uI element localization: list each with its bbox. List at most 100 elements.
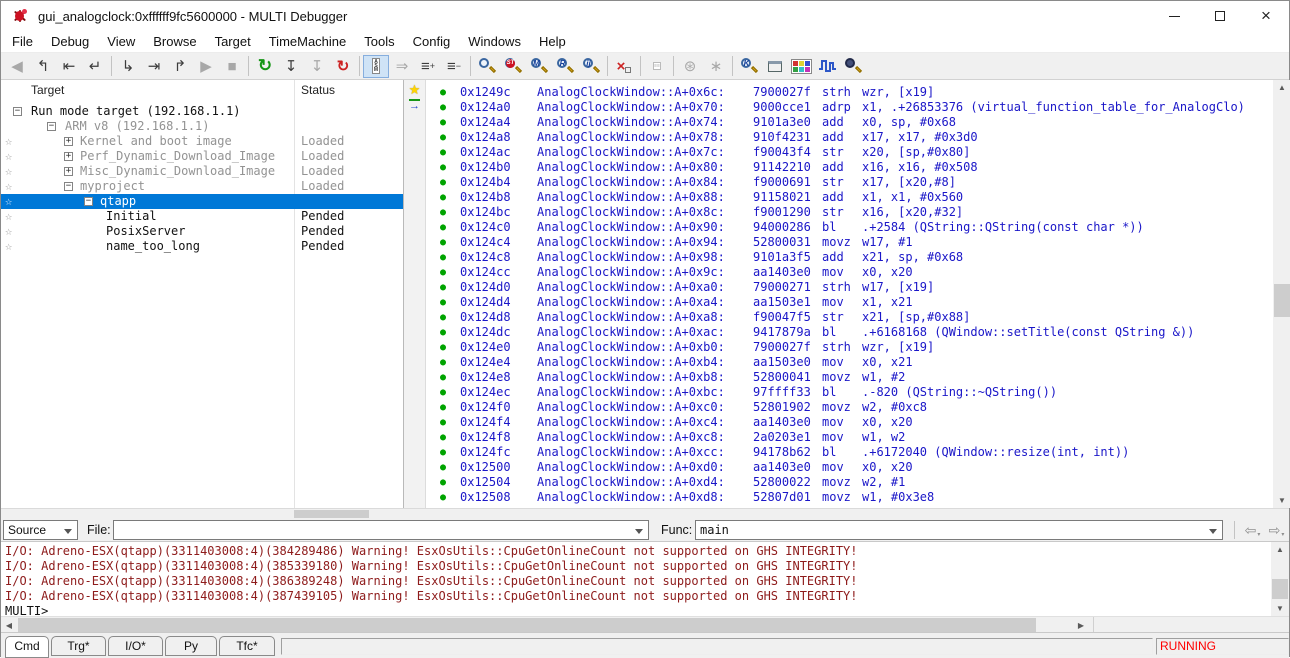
breakpoint-dot-icon[interactable] — [426, 130, 460, 145]
bookmark-star-icon[interactable] — [5, 179, 21, 194]
disasm-row[interactable]: 0x124b4 AnalogClockWindow::A+0x84: f9000… — [426, 175, 1273, 190]
breakpoint-dot-icon[interactable] — [426, 85, 460, 100]
scroll-up-icon[interactable]: ▲ — [1273, 80, 1290, 95]
menu-browse[interactable]: Browse — [144, 32, 205, 51]
step-back-into-icon[interactable]: ↵ — [82, 55, 108, 78]
tree-row-myproject[interactable]: myproject Loaded — [1, 179, 403, 194]
source-mode-select[interactable]: Source — [3, 520, 78, 540]
file-combobox[interactable] — [113, 520, 649, 540]
tab-io[interactable]: I/O* — [108, 636, 163, 656]
disasm-row[interactable]: 0x124e8 AnalogClockWindow::A+0xb8: 52800… — [426, 370, 1273, 385]
tree-row-initial[interactable]: Initial Pended — [1, 209, 403, 224]
menu-config[interactable]: Config — [404, 32, 460, 51]
breakpoint-dot-icon[interactable] — [426, 190, 460, 205]
go-resume-icon[interactable]: ↻ — [252, 55, 278, 78]
breakpoint-dot-icon[interactable] — [426, 145, 460, 160]
editor-icon[interactable]: ≡≡ — [644, 55, 670, 78]
go-back-icon[interactable]: ◀ — [4, 55, 30, 78]
tab-cmd[interactable]: Cmd — [5, 636, 49, 658]
disasm-row[interactable]: 0x124dc AnalogClockWindow::A+0xac: 94178… — [426, 325, 1273, 340]
tree-row-name-too-long[interactable]: name_too_long Pended — [1, 239, 403, 254]
function-combobox[interactable]: main — [695, 520, 1223, 540]
tree-expander-icon[interactable] — [64, 167, 73, 176]
bookmark-star-icon[interactable] — [5, 134, 21, 149]
collapse-blocks-icon[interactable]: ≡− — [441, 55, 467, 78]
disasm-row[interactable]: 0x124a0 AnalogClockWindow::A+0x70: 9000c… — [426, 100, 1273, 115]
maximize-button[interactable] — [1197, 1, 1243, 31]
disasm-row[interactable]: 0x124d0 AnalogClockWindow::A+0xa0: 79000… — [426, 280, 1273, 295]
expand-blocks-icon[interactable]: ≡+ — [415, 55, 441, 78]
tree-row-run-mode-target[interactable]: Run mode target (192.168.1.1) — [1, 104, 403, 119]
download-icon[interactable]: ↧ — [278, 55, 304, 78]
disasm-row[interactable]: 0x124a4 AnalogClockWindow::A+0x74: 9101a… — [426, 115, 1273, 130]
tree-row-posixserver[interactable]: PosixServer Pended — [1, 224, 403, 239]
disasm-row[interactable]: 0x124c4 AnalogClockWindow::A+0x94: 52800… — [426, 235, 1273, 250]
event-analyzer-icon[interactable] — [814, 55, 840, 78]
return-icon[interactable]: ↱ — [167, 55, 193, 78]
scroll-left-icon[interactable]: ◀ — [1, 617, 17, 633]
go-forward-icon[interactable]: ▶ — [193, 55, 219, 78]
breakpoint-dot-icon[interactable] — [426, 430, 460, 445]
disasm-row[interactable]: 0x124f8 AnalogClockWindow::A+0xc8: 2a020… — [426, 430, 1273, 445]
halt-icon[interactable]: ■ — [219, 55, 245, 78]
view-registers-window-icon[interactable]: R — [552, 55, 578, 78]
tree-expander-icon[interactable] — [84, 197, 93, 206]
step-back-icon[interactable]: ⇤ — [56, 55, 82, 78]
tab-trg[interactable]: Trg* — [51, 636, 106, 656]
disasm-row[interactable]: 0x124b8 AnalogClockWindow::A+0x88: 91158… — [426, 190, 1273, 205]
view-stops-window-icon[interactable]: ST — [500, 55, 526, 78]
breakpoint-dot-icon[interactable] — [426, 205, 460, 220]
menu-tools[interactable]: Tools — [355, 32, 403, 51]
disasm-row[interactable]: 0x124c0 AnalogClockWindow::A+0x90: 94000… — [426, 220, 1273, 235]
tab-py[interactable]: Py — [165, 636, 217, 656]
breakpoints-window-icon[interactable]: × — [611, 55, 637, 78]
menu-debug[interactable]: Debug — [42, 32, 98, 51]
breakpoint-dot-icon[interactable] — [426, 385, 460, 400]
breakpoint-dot-icon[interactable] — [426, 325, 460, 340]
restart-icon[interactable]: ↻ — [330, 55, 356, 78]
disasm-row[interactable]: 0x124e4 AnalogClockWindow::A+0xb4: aa150… — [426, 355, 1273, 370]
launch-window-icon[interactable] — [762, 55, 788, 78]
breakpoint-dot-icon[interactable] — [426, 295, 460, 310]
bookmark-star-icon[interactable] — [5, 194, 21, 209]
disasm-row[interactable]: 0x124f4 AnalogClockWindow::A+0xc4: aa140… — [426, 415, 1273, 430]
tree-hscrollbar[interactable] — [1, 508, 1289, 518]
console-vscrollbar[interactable]: ▲ ▼ — [1271, 542, 1289, 616]
disasm-row[interactable]: 0x124f0 AnalogClockWindow::A+0xc0: 52801… — [426, 400, 1273, 415]
disasm-row[interactable]: 0x124bc AnalogClockWindow::A+0x8c: f9001… — [426, 205, 1273, 220]
console-hscroll-thumb[interactable] — [18, 618, 1036, 632]
view-memory-window-icon[interactable]: M — [526, 55, 552, 78]
disasm-row[interactable]: 0x124c8 AnalogClockWindow::A+0x98: 9101a… — [426, 250, 1273, 265]
tree-header-target[interactable]: Target — [31, 83, 64, 97]
step-over-icon[interactable]: ⇥ — [141, 55, 167, 78]
bookmark-star-icon[interactable] — [5, 149, 21, 164]
tree-hscroll-thumb[interactable] — [294, 510, 369, 518]
assembly-view-toggle[interactable]: ASM — [363, 55, 389, 78]
disasm-row[interactable]: 0x124ac AnalogClockWindow::A+0x7c: f9004… — [426, 145, 1273, 160]
tree-row-perf-image[interactable]: Perf_Dynamic_Download_Image Loaded — [1, 149, 403, 164]
disasm-row[interactable]: 0x12508 AnalogClockWindow::A+0xd8: 52807… — [426, 490, 1273, 505]
breakpoint-dot-icon[interactable] — [426, 400, 460, 415]
view-kernel-window-icon[interactable]: K — [736, 55, 762, 78]
menu-view[interactable]: View — [98, 32, 144, 51]
console-vscroll-thumb[interactable] — [1272, 579, 1288, 599]
breakpoint-dot-icon[interactable] — [426, 445, 460, 460]
scroll-down-icon[interactable]: ▼ — [1273, 493, 1290, 508]
disasm-vscrollbar[interactable]: ▲ ▼ — [1273, 80, 1290, 508]
view-locals-window-icon[interactable]: ij — [578, 55, 604, 78]
disasm-row[interactable]: 0x124b0 AnalogClockWindow::A+0x80: 91142… — [426, 160, 1273, 175]
breakpoint-dot-icon[interactable] — [426, 175, 460, 190]
disasm-row[interactable]: 0x1249c AnalogClockWindow::A+0x6c: 79000… — [426, 85, 1273, 100]
tree-header-status[interactable]: Status — [301, 83, 335, 97]
tab-tfc[interactable]: Tfc* — [219, 636, 275, 656]
search-icon[interactable] — [840, 55, 866, 78]
tree-row-misc-image[interactable]: Misc_Dynamic_Download_Image Loaded — [1, 164, 403, 179]
view-source-window-icon[interactable] — [474, 55, 500, 78]
tree-expander-icon[interactable] — [13, 107, 22, 116]
minimize-button[interactable] — [1151, 1, 1197, 31]
menu-windows[interactable]: Windows — [459, 32, 530, 51]
tree-expander-icon[interactable] — [64, 182, 73, 191]
scroll-right-icon[interactable]: ▶ — [1073, 617, 1089, 633]
breakpoint-dot-icon[interactable] — [426, 220, 460, 235]
connect-target-icon[interactable]: ⊛ — [677, 55, 703, 78]
